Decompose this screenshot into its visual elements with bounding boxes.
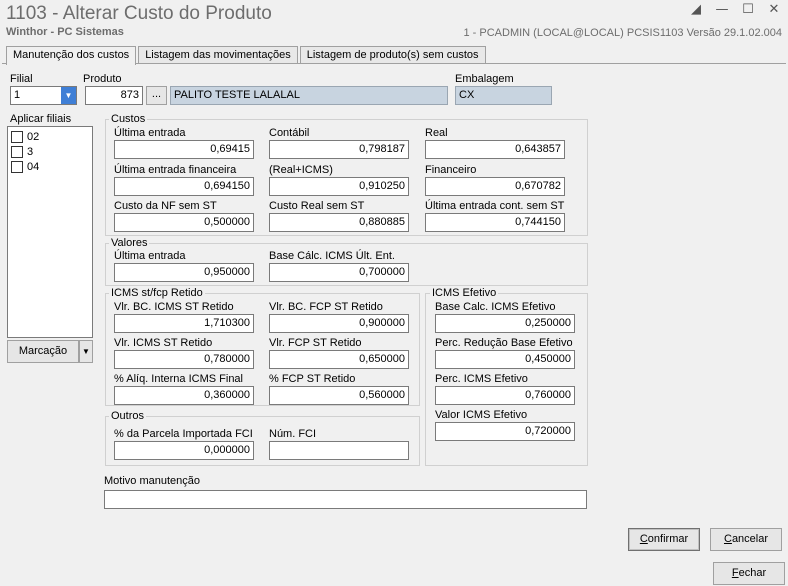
fcp-st-retido-input[interactable]: 0,560000: [269, 386, 409, 405]
real-label: Real: [425, 127, 448, 139]
base-calc-efetivo-input[interactable]: 0,250000: [435, 314, 575, 333]
chevron-down-icon[interactable]: ▼: [61, 87, 76, 104]
window-title: 1103 - Alterar Custo do Produto: [6, 3, 272, 24]
marcacao-dropdown-icon[interactable]: ▼: [79, 340, 93, 363]
valores-title: Valores: [109, 237, 150, 249]
ultima-entrada-label: Última entrada: [114, 127, 186, 139]
real-icms-input[interactable]: 0,910250: [269, 177, 409, 196]
vlr-fcp-st-input[interactable]: 0,650000: [269, 350, 409, 369]
fcp-st-retido-label: % FCP ST Retido: [269, 373, 356, 385]
window-subtitle: Winthor - PC Sistemas: [6, 26, 124, 38]
valor-icms-efetivo-input[interactable]: 0,720000: [435, 422, 575, 441]
cancelar-button[interactable]: Cancelar: [710, 528, 782, 551]
custo-nf-sem-st-input[interactable]: 0,500000: [114, 213, 254, 232]
maximize-icon[interactable]: ☐: [740, 2, 756, 17]
fechar-button[interactable]: Fechar: [713, 562, 785, 585]
ultima-entrada-cont-sem-st-input[interactable]: 0,744150: [425, 213, 565, 232]
contabil-label: Contábil: [269, 127, 310, 139]
real-icms-label: (Real+ICMS): [269, 164, 333, 176]
embalagem-field: CX: [455, 86, 552, 105]
icms-efetivo-title: ICMS Efetivo: [430, 287, 499, 299]
vlr-bc-icms-st-input[interactable]: 1,710300: [114, 314, 254, 333]
real-input[interactable]: 0,643857: [425, 140, 565, 159]
base-calc-icms-input[interactable]: 0,700000: [269, 263, 409, 282]
checkbox-icon[interactable]: [11, 160, 23, 173]
aplicar-filiais-label: Aplicar filiais: [10, 113, 72, 125]
close-icon[interactable]: ✕: [766, 2, 782, 17]
custos-title: Custos: [109, 113, 148, 125]
financeiro-input[interactable]: 0,670782: [425, 177, 565, 196]
vlr-fcp-st-label: Vlr. FCP ST Retido: [269, 337, 362, 349]
num-fci-input[interactable]: [269, 441, 409, 460]
vlr-bc-fcp-st-label: Vlr. BC. FCP ST Retido: [269, 301, 383, 313]
tab-listagem-produtos-sem-custos[interactable]: Listagem de produto(s) sem custos: [299, 46, 486, 64]
perc-reducao-label: Perc. Redução Base Efetivo: [435, 337, 573, 349]
valores-ultima-entrada-label: Última entrada: [114, 250, 186, 262]
confirmar-button[interactable]: Confirmar: [628, 528, 700, 551]
icms-st-title: ICMS st/fcp Retido: [109, 287, 205, 299]
minimize-icon[interactable]: —: [714, 2, 730, 17]
valores-ultima-entrada-input[interactable]: 0,950000: [114, 263, 254, 282]
tab-listagem-movimentacoes[interactable]: Listagem das movimentações: [138, 46, 298, 64]
num-fci-label: Núm. FCI: [269, 428, 317, 440]
motivo-input[interactable]: [104, 490, 587, 509]
filial-checkbox-item[interactable]: 04: [8, 159, 92, 174]
custo-real-sem-st-input[interactable]: 0,880885: [269, 213, 409, 232]
perc-icms-efetivo-label: Perc. ICMS Efetivo: [435, 373, 528, 385]
produto-code-input[interactable]: 873: [85, 86, 143, 105]
ultima-entrada-fin-input[interactable]: 0,694150: [114, 177, 254, 196]
parcela-importada-label: % da Parcela Importada FCI: [114, 428, 253, 440]
vlr-bc-fcp-st-input[interactable]: 0,900000: [269, 314, 409, 333]
filial-checkbox-item[interactable]: 02: [8, 129, 92, 144]
ultima-entrada-fin-label: Última entrada financeira: [114, 164, 237, 176]
checkbox-icon[interactable]: [11, 145, 23, 158]
aliq-interna-label: % Alíq. Interna ICMS Final: [114, 373, 243, 385]
produto-browse-button[interactable]: ...: [146, 86, 167, 105]
checkbox-icon[interactable]: [11, 130, 23, 143]
parcela-importada-input[interactable]: 0,000000: [114, 441, 254, 460]
outros-title: Outros: [109, 410, 147, 422]
filial-checkbox-item[interactable]: 3: [8, 144, 92, 159]
valor-icms-efetivo-label: Valor ICMS Efetivo: [435, 409, 528, 421]
vlr-icms-st-input[interactable]: 0,780000: [114, 350, 254, 369]
contabil-input[interactable]: 0,798187: [269, 140, 409, 159]
marcacao-button[interactable]: Marcação: [7, 340, 79, 363]
produto-description-field: PALITO TESTE LALALAL: [170, 86, 448, 105]
perc-reducao-input[interactable]: 0,450000: [435, 350, 575, 369]
ultima-entrada-cont-sem-st-label: Última entrada cont. sem ST: [425, 200, 565, 212]
base-calc-icms-label: Base Cálc. ICMS Últ. Ent.: [269, 250, 395, 262]
window-controls: ◢ — ☐ ✕: [688, 2, 782, 17]
base-calc-efetivo-label: Base Calc. ICMS Efetivo: [435, 301, 556, 313]
tab-bar: Manutenção dos custos Listagem das movim…: [6, 46, 488, 65]
financeiro-label: Financeiro: [425, 164, 477, 176]
ultima-entrada-input[interactable]: 0,69415: [114, 140, 254, 159]
vlr-bc-icms-st-label: Vlr. BC. ICMS ST Retido: [114, 301, 234, 313]
custo-real-sem-st-label: Custo Real sem ST: [269, 200, 365, 212]
motivo-label: Motivo manutenção: [104, 475, 200, 487]
filial-value: 1: [14, 89, 21, 101]
produto-label: Produto: [83, 73, 122, 85]
filial-label: Filial: [10, 73, 33, 85]
custo-nf-sem-st-label: Custo da NF sem ST: [114, 200, 217, 212]
aliq-interna-input[interactable]: 0,360000: [114, 386, 254, 405]
aplicar-filiais-list[interactable]: 02 3 04: [7, 126, 93, 338]
edit-icon[interactable]: ◢: [688, 2, 704, 17]
embalagem-label: Embalagem: [455, 73, 514, 85]
tab-manutencao-custos[interactable]: Manutenção dos custos: [6, 46, 137, 65]
vlr-icms-st-label: Vlr. ICMS ST Retido: [114, 337, 213, 349]
system-info: 1 - PCADMIN (LOCAL@LOCAL) PCSIS1103 Vers…: [463, 27, 782, 39]
perc-icms-efetivo-input[interactable]: 0,760000: [435, 386, 575, 405]
filial-select[interactable]: 1 ▼: [10, 86, 77, 105]
